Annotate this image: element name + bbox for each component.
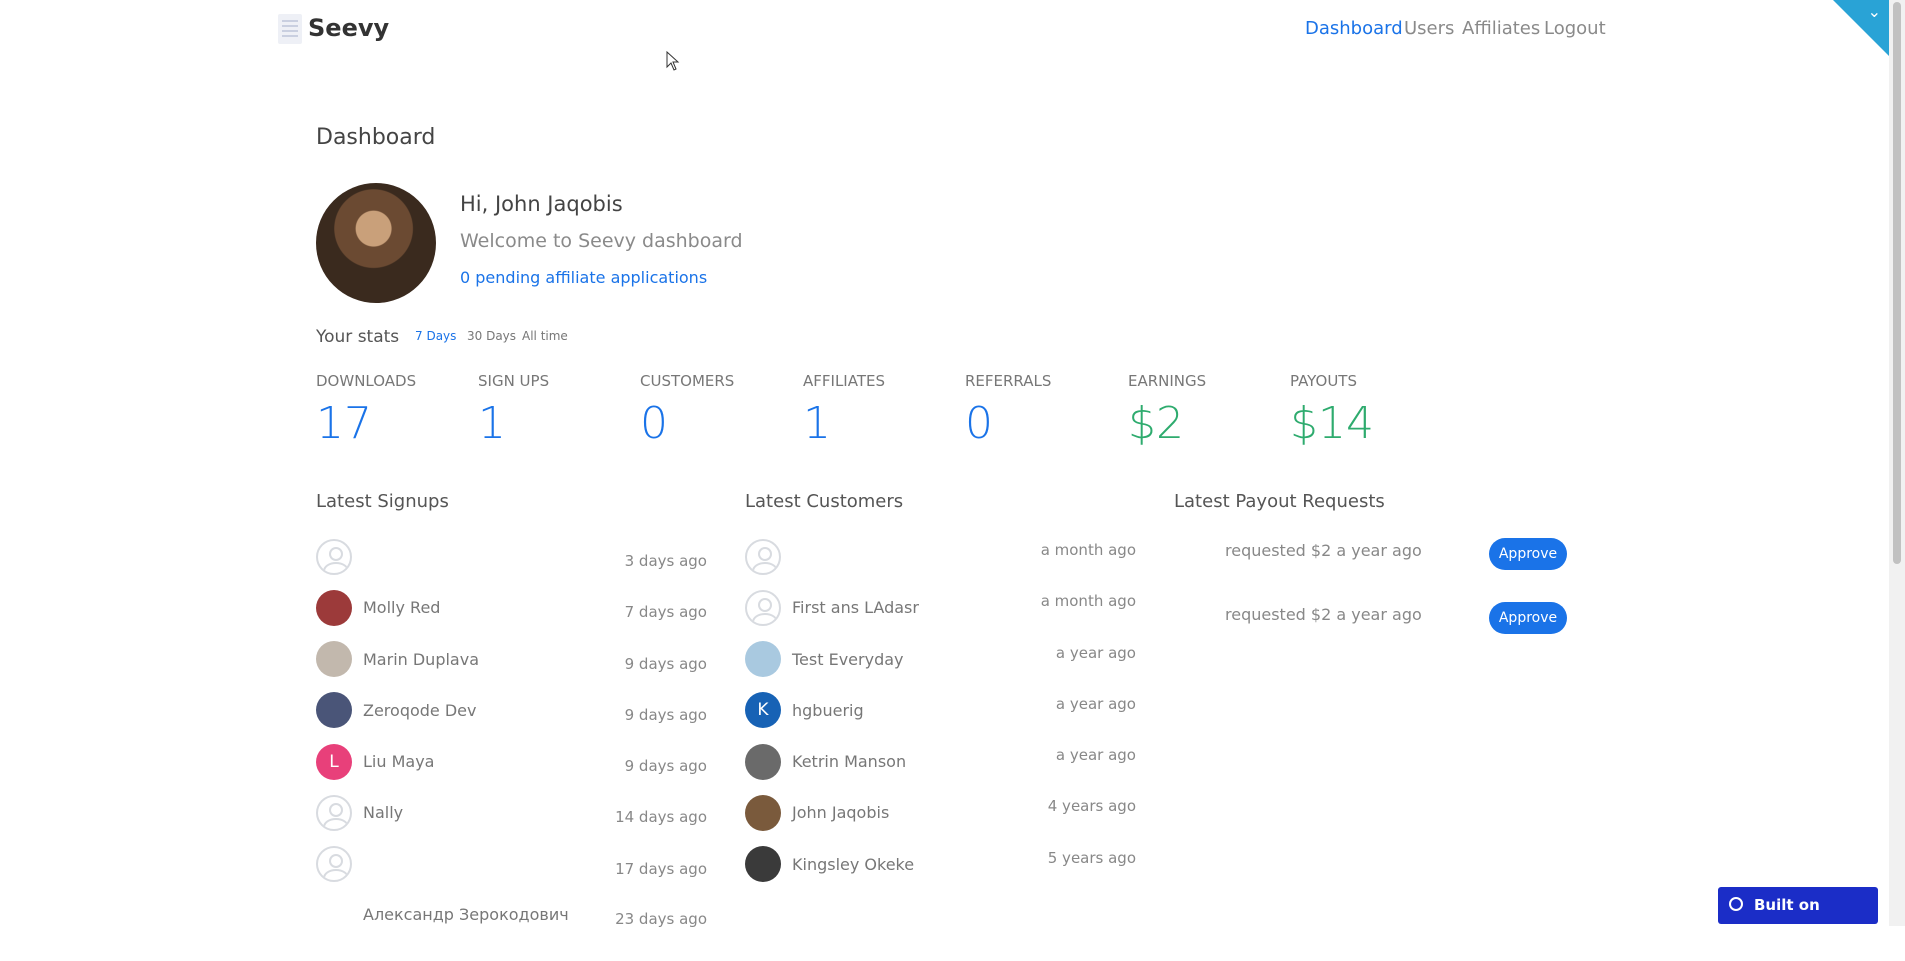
customer-time: 5 years ago xyxy=(1047,849,1136,867)
brand-name[interactable]: Seevy xyxy=(308,14,389,42)
avatar[interactable] xyxy=(745,641,781,677)
chevron-down-icon[interactable]: ⌄ xyxy=(1868,2,1881,21)
signup-name[interactable]: Nally xyxy=(363,803,403,822)
avatar[interactable] xyxy=(316,590,352,626)
nav-affiliates[interactable]: Affiliates xyxy=(1462,18,1540,39)
payout-request-text: requested $2 a year ago xyxy=(1225,541,1422,560)
nav-dashboard[interactable]: Dashboard xyxy=(1305,18,1403,39)
profile-avatar xyxy=(316,183,436,303)
signup-time: 23 days ago xyxy=(615,910,707,928)
approve-button[interactable]: Approve xyxy=(1489,602,1567,634)
signup-time: 14 days ago xyxy=(615,808,707,826)
bubble-logo-icon xyxy=(1729,897,1743,911)
customer-name[interactable]: Kingsley Okeke xyxy=(792,855,914,874)
stat-affiliates-label: AFFILIATES xyxy=(803,372,885,390)
customer-time: 4 years ago xyxy=(1047,797,1136,815)
range-all-time[interactable]: All time xyxy=(522,329,568,343)
signup-time: 3 days ago xyxy=(624,552,707,570)
scrollbar-thumb[interactable] xyxy=(1893,2,1901,564)
seevy-logo-icon[interactable] xyxy=(278,14,302,44)
signup-name[interactable]: Zeroqode Dev xyxy=(363,701,476,720)
customer-time: a month ago xyxy=(1040,592,1136,610)
avatar-placeholder-icon[interactable] xyxy=(745,590,781,626)
customer-time: a year ago xyxy=(1055,695,1136,713)
avatar[interactable] xyxy=(745,846,781,882)
avatar[interactable] xyxy=(316,692,352,728)
avatar[interactable] xyxy=(745,795,781,831)
stats-label: Your stats xyxy=(316,327,400,347)
signup-time: 9 days ago xyxy=(624,655,707,673)
signup-time: 17 days ago xyxy=(615,860,707,878)
avatar[interactable] xyxy=(745,744,781,780)
stat-customers-label: CUSTOMERS xyxy=(640,372,735,390)
signup-name[interactable]: Marin Duplava xyxy=(363,650,479,669)
customer-name[interactable]: First ans LAdasr xyxy=(792,598,919,617)
avatar[interactable] xyxy=(316,641,352,677)
welcome-text: Welcome to Seevy dashboard xyxy=(460,230,743,252)
avatar-placeholder-icon[interactable] xyxy=(745,539,781,575)
stat-payouts-label: PAYOUTS xyxy=(1290,372,1357,390)
pending-applications-link[interactable]: 0 pending affiliate applications xyxy=(460,268,707,287)
approve-button[interactable]: Approve xyxy=(1489,538,1567,570)
stat-earnings-label: EARNINGS xyxy=(1128,372,1207,390)
nav-logout[interactable]: Logout xyxy=(1544,18,1606,39)
latest-customers-title: Latest Customers xyxy=(745,491,904,512)
payout-request-text: requested $2 a year ago xyxy=(1225,605,1422,624)
customer-name[interactable]: Ketrin Manson xyxy=(792,752,906,771)
stat-signups-label: SIGN UPS xyxy=(478,372,550,390)
stat-payouts-value: $14 xyxy=(1290,398,1374,449)
signup-name[interactable]: Molly Red xyxy=(363,598,440,617)
stat-affiliates-value: 1 xyxy=(803,398,831,449)
customer-name[interactable]: John Jaqobis xyxy=(792,803,889,822)
customer-time: a month ago xyxy=(1040,541,1136,559)
signup-time: 9 days ago xyxy=(624,706,707,724)
stat-downloads-label: DOWNLOADS xyxy=(316,372,417,390)
greeting: Hi, John Jaqobis xyxy=(460,192,623,216)
mouse-cursor-icon xyxy=(666,51,680,71)
latest-signups-title: Latest Signups xyxy=(316,491,449,512)
range-30-days[interactable]: 30 Days xyxy=(467,329,516,343)
stat-earnings-value: $2 xyxy=(1128,398,1184,449)
signup-name[interactable]: Liu Maya xyxy=(363,752,434,771)
avatar-placeholder-icon[interactable] xyxy=(316,846,352,882)
signup-time: 9 days ago xyxy=(624,757,707,775)
stat-downloads-value: 17 xyxy=(316,398,372,449)
signup-time: 7 days ago xyxy=(624,603,707,621)
avatar-placeholder-icon[interactable] xyxy=(316,795,352,831)
customer-time: a year ago xyxy=(1055,746,1136,764)
stat-referrals-value: 0 xyxy=(965,398,993,449)
avatar[interactable]: L xyxy=(316,744,352,780)
page-title: Dashboard xyxy=(316,125,436,150)
stat-customers-value: 0 xyxy=(640,398,668,449)
nav-users[interactable]: Users xyxy=(1404,18,1454,39)
stat-signups-value: 1 xyxy=(478,398,506,449)
customer-time: a year ago xyxy=(1055,644,1136,662)
signup-name[interactable]: Александр Зерокодович xyxy=(363,905,569,924)
customer-name[interactable]: hgbuerig xyxy=(792,701,864,720)
avatar[interactable]: K xyxy=(745,692,781,728)
latest-payouts-title: Latest Payout Requests xyxy=(1174,491,1385,512)
stat-referrals-label: REFERRALS xyxy=(965,372,1052,390)
customer-name[interactable]: Test Everyday xyxy=(792,650,904,669)
range-7-days[interactable]: 7 Days xyxy=(415,329,456,343)
avatar-placeholder-icon[interactable] xyxy=(316,539,352,575)
